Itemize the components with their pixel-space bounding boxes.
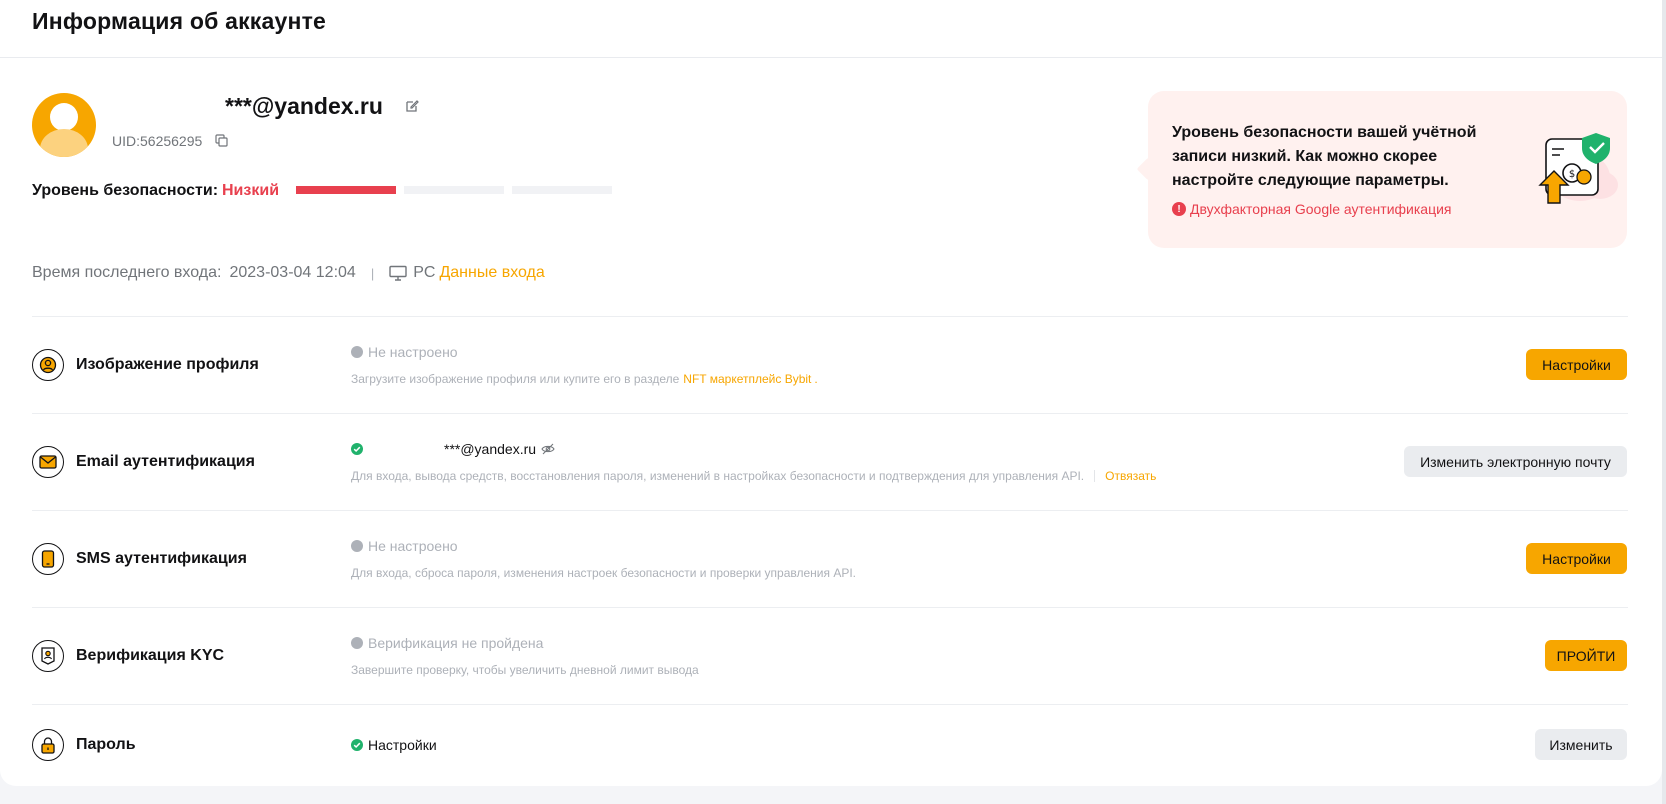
row-title-email: Email аутентификация (76, 453, 255, 470)
page: Информация об аккаунте ***@yandex.ru UID… (0, 0, 1666, 804)
last-login-info: Время последнего входа: 2023-03-04 12:04… (32, 264, 545, 282)
page-header: Информация об аккаунте (0, 0, 1662, 58)
change-password-button[interactable]: Изменить (1535, 729, 1627, 760)
security-bar-segment (404, 186, 504, 194)
security-alert: Уровень безопасности вашей учётной запис… (1148, 91, 1627, 248)
avatar-head-shape (50, 103, 78, 131)
divider (32, 413, 1628, 414)
profile-image-description: Загрузите изображение профиля или купите… (351, 372, 818, 386)
svg-text:$: $ (1569, 169, 1575, 180)
info-icon (351, 540, 363, 552)
check-icon (351, 739, 363, 751)
last-login-time: 2023-03-04 12:04 (229, 264, 356, 281)
avatar-body-shape (40, 129, 88, 157)
phone-icon (32, 543, 64, 575)
profile-image-settings-button[interactable]: Настройки (1526, 349, 1627, 380)
monitor-icon (389, 265, 407, 281)
avatar[interactable] (32, 93, 96, 157)
nft-marketplace-link[interactable]: NFT маркетплейс Bybit (683, 372, 811, 386)
email-description: Для входа, вывода средств, восстановлени… (351, 469, 1157, 483)
change-email-button[interactable]: Изменить электронную почту (1404, 446, 1627, 477)
kyc-description: Завершите проверку, чтобы увеличить днев… (351, 663, 699, 677)
row-title-kyc: Верификация KYC (76, 647, 225, 664)
email-status: ***@yandex.ru (351, 441, 555, 457)
sms-settings-button[interactable]: Настройки (1526, 543, 1627, 574)
kyc-start-button[interactable]: ПРОЙТИ (1545, 640, 1627, 671)
divider (32, 607, 1628, 608)
security-bar-segment (296, 186, 396, 194)
info-icon (351, 637, 363, 649)
security-alert-text: Уровень безопасности вашей учётной запис… (1172, 124, 1477, 189)
profile-image-status: Не настроено (351, 344, 458, 360)
account-info-card: Информация об аккаунте ***@yandex.ru UID… (0, 0, 1662, 786)
page-title: Информация об аккаунте (32, 8, 327, 34)
separator: | (370, 265, 375, 281)
kyc-status: Верификация не пройдена (351, 635, 543, 651)
device-type: PC (413, 264, 436, 281)
sms-description: Для входа, сброса пароля, изменения наст… (351, 566, 857, 580)
alert-item-label: Двухфакторная Google аутентификация (1190, 201, 1452, 217)
edit-icon[interactable] (405, 99, 419, 113)
unbind-email-link[interactable]: Отвязать (1105, 469, 1156, 483)
info-icon (351, 346, 363, 358)
warning-icon: ! (1172, 202, 1186, 216)
security-shield-illustration-icon: $ (1538, 133, 1618, 204)
row-title-profile-image: Изображение профиля (76, 356, 259, 373)
login-data-link[interactable]: Данные входа (439, 264, 544, 282)
lock-icon (32, 729, 64, 761)
kyc-id-icon (32, 640, 64, 672)
row-title-sms: SMS аутентификация (76, 550, 247, 567)
email-icon (32, 446, 64, 478)
uid-text: UID:56256295 (112, 133, 203, 149)
eye-off-icon[interactable] (541, 443, 555, 455)
divider (32, 316, 1628, 317)
row-title-password: Пароль (76, 736, 136, 753)
account-email: ***@yandex.ru (225, 93, 383, 119)
security-level-label: Уровень безопасности: (32, 182, 219, 199)
alert-item-google-2fa[interactable]: ! Двухфакторная Google аутентификация (1172, 201, 1452, 217)
security-level-value: Низкий (222, 182, 280, 199)
copy-icon[interactable] (215, 134, 228, 147)
divider (32, 704, 1628, 705)
password-status: Настройки (351, 737, 437, 753)
scrollbar[interactable] (1662, 0, 1666, 804)
profile-image-icon (32, 349, 64, 381)
check-icon (351, 443, 363, 455)
security-bar-segment (512, 186, 612, 194)
divider (32, 510, 1628, 511)
sms-status: Не настроено (351, 538, 458, 554)
last-login-label: Время последнего входа (32, 264, 218, 281)
